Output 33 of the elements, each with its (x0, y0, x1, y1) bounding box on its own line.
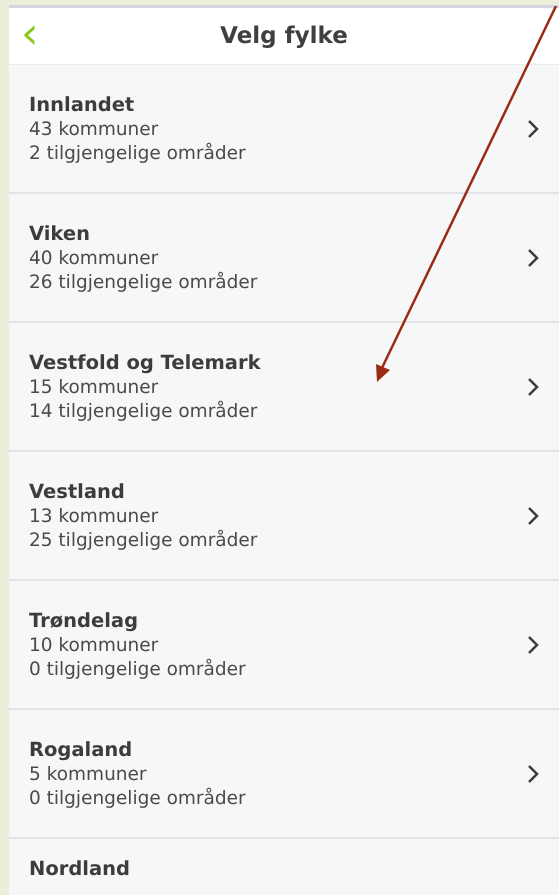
county-row[interactable]: Vestfold og Telemark 15 kommuner 14 tilgjengelige områder (9, 323, 559, 452)
available-areas-count: 2 tilgjengelige områder (29, 143, 247, 164)
available-areas-count: 14 tilgjengelige områder (29, 401, 258, 422)
county-row[interactable]: Viken 40 kommuner 26 tilgjengelige områder (9, 194, 559, 323)
county-name: Rogaland (29, 738, 134, 761)
chevron-right-icon (527, 376, 539, 396)
county-name: Innlandet (29, 93, 136, 116)
county-name: Vestland (29, 480, 126, 503)
county-name: Nordland (29, 857, 131, 880)
screen-title: Velg fylke (220, 23, 348, 49)
county-row[interactable]: Rogaland 5 kommuner 0 tilgjengelige områder (9, 710, 559, 839)
municipality-count: 13 kommuner (29, 506, 160, 527)
chevron-right-icon (527, 764, 539, 784)
county-row[interactable]: Trøndelag 10 kommuner 0 tilgjengelige områder (9, 581, 559, 710)
chevron-right-icon (527, 118, 539, 138)
county-name: Trøndelag (29, 609, 140, 632)
chevron-right-icon (527, 248, 539, 268)
municipality-count: 10 kommuner (29, 635, 160, 656)
county-row[interactable]: Vestland 13 kommuner 25 tilgjengelige områder (9, 452, 559, 581)
available-areas-count: 0 tilgjengelige områder (29, 788, 247, 809)
municipality-count: 40 kommuner (29, 248, 160, 269)
available-areas-count: 25 tilgjengelige områder (29, 530, 258, 551)
municipality-count: 15 kommuner (29, 377, 160, 398)
county-name: Vestfold og Telemark (29, 351, 262, 374)
county-row[interactable]: Nordland (9, 839, 559, 895)
chevron-right-icon (527, 506, 539, 526)
available-areas-count: 0 tilgjengelige områder (29, 659, 247, 680)
municipality-count: 5 kommuner (29, 764, 148, 785)
county-row[interactable]: Innlandet 43 kommuner 2 tilgjengelige områder (9, 65, 559, 194)
county-name: Viken (29, 222, 91, 245)
chevron-right-icon (527, 634, 539, 654)
available-areas-count: 26 tilgjengelige områder (29, 272, 258, 293)
municipality-count: 43 kommuner (29, 119, 160, 140)
